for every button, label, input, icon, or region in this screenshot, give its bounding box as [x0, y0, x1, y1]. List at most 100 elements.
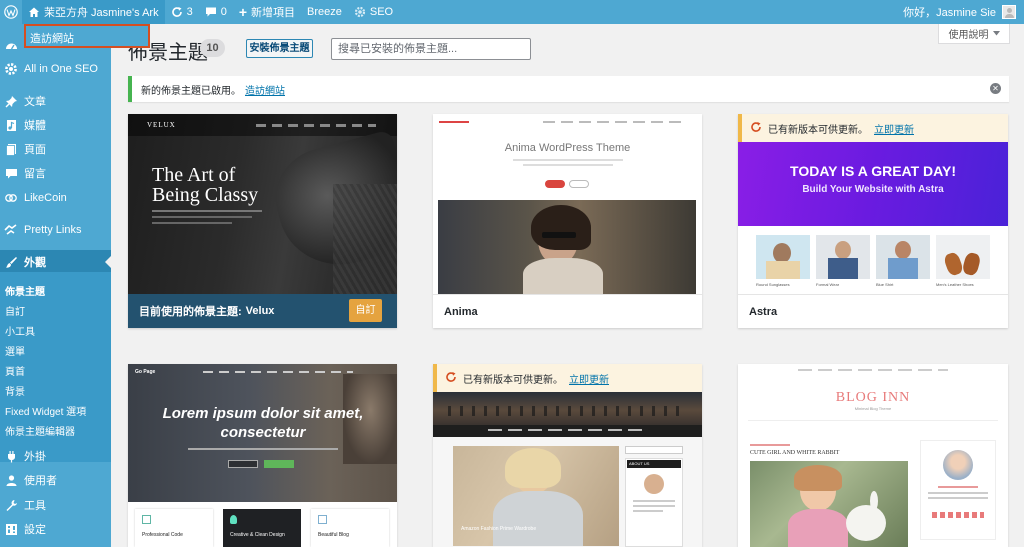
sidebar-item-pretty-links[interactable]: Pretty Links [0, 218, 111, 242]
astra-headline: TODAY IS A GREAT DAY! [790, 163, 956, 179]
dismiss-icon[interactable]: ✕ [990, 83, 1001, 94]
avatar [1002, 5, 1016, 19]
account-menu[interactable]: 你好，Jasmine Sie [903, 4, 1024, 20]
greeting-label: 你好，Jasmine Sie [903, 7, 996, 19]
submenu-item-menus[interactable]: 選單 [5, 343, 25, 358]
theme-card-astra[interactable]: 已有新版本可供更新。 立即更新 TODAY IS A GREAT DAY! Bu… [738, 114, 1008, 328]
sidebar-item-all-in-one-seo[interactable]: All in One SEO [0, 57, 111, 81]
sidebar-item-pages[interactable]: 頁面 [0, 137, 111, 161]
breeze-menu[interactable]: Breeze [301, 0, 348, 24]
settings-icon [4, 522, 18, 536]
user-icon [4, 473, 18, 487]
submenu-item-widgets[interactable]: 小工具 [5, 323, 35, 338]
customize-button[interactable]: 自訂 [349, 299, 382, 322]
search-themes-input[interactable] [331, 38, 531, 60]
sidebar-item-users[interactable]: 使用者 [0, 468, 111, 492]
submenu-item-header[interactable]: 頁首 [5, 363, 25, 378]
theme-footer: Astra [738, 294, 1008, 328]
theme-card-anima[interactable]: Anima WordPress Theme Anima [433, 114, 702, 328]
sidebar-item-label: 設定 [24, 524, 46, 536]
comment-bubble-icon [205, 6, 217, 18]
update-now-link[interactable]: 立即更新 [874, 121, 914, 136]
admin-sidebar: All in One SEO 文章 媒體 頁面 留言 LikeCoin Pret… [0, 24, 111, 547]
comments-count: 0 [220, 6, 227, 18]
astra-product-label: Round Sunglasses [756, 282, 790, 287]
astra-product-label: Men's Leather Shoes [936, 282, 974, 287]
theme-screenshot: TODAY IS A GREAT DAY! Build Your Website… [738, 142, 1008, 294]
submenu-item-fixed-widget[interactable]: Fixed Widget 選項 [5, 403, 86, 418]
sidebar-item-media[interactable]: 媒體 [0, 113, 111, 137]
update-icon [445, 371, 457, 386]
sidebar-item-appearance[interactable]: 外觀 [0, 250, 111, 274]
notice-text: 新的佈景主題已啟用。 [141, 85, 241, 97]
sidebar-item-plugins[interactable]: 外掛 [0, 444, 111, 468]
breeze-label: Breeze [307, 6, 342, 18]
theme-card-blog-inn[interactable]: BLOG INN Minimal Blog Theme CUTE GIRL AN… [738, 364, 1008, 547]
theme-footer: Anima [433, 294, 702, 328]
admin-bar: 茉亞方舟 Jasmine's Ark 3 0 + 新增項目 Breeze SEO… [0, 0, 1024, 24]
seo-menu[interactable]: SEO [348, 0, 399, 24]
astra-subheadline: Build Your Website with Astra [802, 184, 944, 195]
site-name-label: 茉亞方舟 Jasmine's Ark [44, 7, 159, 19]
caret-down-icon [992, 28, 1000, 39]
home-icon [28, 6, 40, 18]
fashion-about-label: ABOUT US [627, 460, 681, 468]
sidebar-item-tools[interactable]: 工具 [0, 493, 111, 517]
velux-headline-2: Being Classy [152, 184, 259, 206]
submenu-item-theme-editor[interactable]: 佈景主題編輯器 [5, 423, 75, 438]
theme-card-go-page[interactable]: Go Page Lorem ipsum dolor sit amet, cons… [128, 364, 397, 547]
sidebar-item-posts[interactable]: 文章 [0, 89, 111, 113]
comments-menu[interactable]: 0 [199, 0, 233, 24]
go-page-feature: Professional Code [142, 532, 183, 538]
install-theme-button[interactable]: 安裝佈景主題 [246, 39, 313, 58]
theme-screenshot: Anima WordPress Theme [433, 114, 702, 294]
wordpress-logo-icon[interactable] [0, 0, 22, 24]
appearance-submenu: 佈景主題 自訂 小工具 選單 頁首 背景 Fixed Widget 選項 佈景主… [0, 272, 111, 462]
go-page-feature: Creative & Clean Design [230, 532, 285, 538]
gear-icon [4, 62, 18, 76]
update-available-notice: 已有新版本可供更新。 立即更新 [433, 364, 702, 392]
seo-gear-icon [354, 6, 366, 18]
theme-name: Velux [245, 305, 275, 317]
site-name-menu[interactable]: 茉亞方舟 Jasmine's Ark [22, 0, 165, 24]
theme-activated-notice: 新的佈景主題已啟用。 造訪網站 ✕ [128, 76, 1009, 102]
updates-menu[interactable]: 3 [165, 0, 199, 24]
visit-site-dropdown-item[interactable]: 造訪網站 [24, 24, 150, 48]
sidebar-item-comments[interactable]: 留言 [0, 161, 111, 185]
sidebar-item-label: LikeCoin [24, 192, 67, 204]
theme-count-badge: 10 [200, 39, 225, 57]
theme-card-fashion[interactable]: 已有新版本可供更新。 立即更新 Amazon Fashion Prime War… [433, 364, 702, 547]
help-tab-button[interactable]: 使用說明 [938, 24, 1010, 44]
theme-screenshot: VELUX The Art of Being Classy [128, 114, 397, 294]
comment-icon [4, 166, 18, 180]
update-now-link[interactable]: 立即更新 [569, 371, 609, 386]
brush-icon [4, 255, 18, 269]
anima-preview-title: Anima WordPress Theme [504, 142, 631, 154]
go-page-logo: Go Page [135, 369, 156, 375]
sidebar-item-label: 留言 [24, 168, 46, 180]
go-page-headline: Lorem ipsum dolor sit amet, consectetur [162, 405, 364, 441]
fashion-caption: Amazon Fashion Prime Wardrobe [461, 526, 537, 532]
likecoin-icon [4, 191, 18, 205]
theme-screenshot: Amazon Fashion Prime Wardrobe ABOUT US [433, 392, 702, 547]
blog-inn-title: BLOG INN [835, 390, 911, 405]
blog-inn-subtitle: Minimal Blog Theme [854, 406, 892, 411]
updates-count: 3 [186, 6, 193, 18]
theme-card-velux[interactable]: VELUX The Art of Being Classy 目前使用的佈景主題:… [128, 114, 397, 328]
submenu-item-background[interactable]: 背景 [5, 383, 25, 398]
wrench-icon [4, 498, 18, 512]
submenu-item-themes[interactable]: 佈景主題 [5, 283, 45, 298]
sidebar-item-likecoin[interactable]: LikeCoin [0, 186, 111, 210]
visit-site-link[interactable]: 造訪網站 [245, 82, 285, 97]
theme-screenshot: Go Page Lorem ipsum dolor sit amet, cons… [128, 364, 397, 547]
theme-name: Anima [444, 305, 478, 318]
seo-label: SEO [369, 6, 394, 18]
go-page-feature: Beautiful Blog [318, 532, 349, 538]
sidebar-item-settings[interactable]: 設定 [0, 517, 111, 541]
new-content-menu[interactable]: + 新增項目 [233, 0, 301, 24]
velux-logo: VELUX [147, 121, 176, 129]
sidebar-item-label: 外觀 [24, 257, 46, 269]
submenu-item-customize[interactable]: 自訂 [5, 303, 25, 318]
plugin-icon [4, 449, 18, 463]
active-theme-prefix: 目前使用的佈景主題: [139, 306, 242, 318]
